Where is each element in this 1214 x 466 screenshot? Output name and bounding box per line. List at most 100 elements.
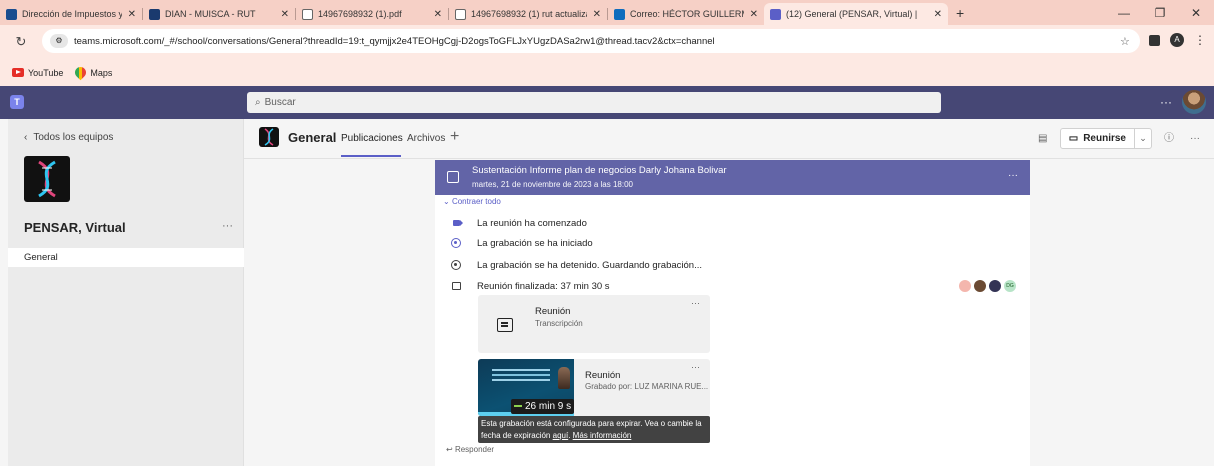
bookmark-label: YouTube [28, 67, 64, 78]
tab-close-icon[interactable]: ✕ [281, 9, 289, 20]
meeting-date: martes, 21 de noviembre de 2023 a las 18… [472, 180, 633, 189]
bookmark-maps[interactable]: Maps [73, 64, 113, 81]
event-meeting-started: La reunión ha comenzado [449, 215, 587, 231]
reply-button[interactable]: ↩ Responder [446, 445, 494, 454]
browser-tab-strip: Dirección de Impuestos y Adua ✕ DIAN - M… [0, 0, 1214, 25]
bookmark-star-icon[interactable]: ☆ [1120, 35, 1140, 48]
dian-favicon-icon [149, 8, 160, 20]
browser-tab-teams[interactable]: (12) General (PENSAR, Virtual) | ✕ [764, 3, 948, 25]
recording-title: Reunión [585, 370, 621, 381]
tab-close-icon[interactable]: ✕ [934, 9, 942, 20]
tab-close-icon[interactable]: ✕ [750, 9, 758, 20]
meet-label: Reunirse [1083, 133, 1126, 144]
presenter-video [558, 367, 570, 389]
browser-menu-icon[interactable]: ⋮ [1194, 33, 1206, 47]
user-avatar[interactable] [1182, 90, 1206, 114]
url-text[interactable]: teams.microsoft.com/_#/school/conversati… [74, 36, 1120, 47]
chevron-left-icon: ‹ [24, 132, 28, 143]
address-bar[interactable]: ⚙ teams.microsoft.com/_#/school/conversa… [42, 29, 1140, 53]
globe-favicon-icon [302, 8, 313, 20]
side-panel-icon[interactable] [1149, 34, 1160, 46]
team-avatar-dna-icon [24, 156, 70, 202]
dian-favicon-icon [6, 8, 17, 20]
meeting-more-icon[interactable]: ··· [1008, 170, 1018, 181]
info-icon[interactable]: ⓘ [1160, 129, 1178, 149]
calendar-icon [447, 171, 459, 183]
reload-icon[interactable]: ↻ [8, 34, 34, 50]
meet-now-button[interactable]: ▭ Reunirse ⌄ [1059, 128, 1152, 149]
collapse-label: Contraer todo [451, 197, 501, 206]
all-teams-link[interactable]: ‹ Todos los equipos [24, 132, 113, 143]
bookmark-label: Maps [90, 67, 113, 78]
reply-label: Responder [454, 445, 495, 454]
channel-more-icon[interactable]: ··· [1186, 129, 1204, 149]
recording-card[interactable]: 26 min 9 s Reunión Grabado por: LUZ MARI… [478, 359, 710, 416]
browser-tab-dian-rut[interactable]: DIAN - MUISCA - RUT ✕ [143, 3, 295, 25]
team-more-options-icon[interactable]: ··· [222, 220, 233, 232]
tab-publicaciones[interactable]: Publicaciones [341, 133, 403, 144]
expiry-tooltip: Esta grabación está configurada para exp… [478, 416, 710, 443]
teams-favicon-icon [770, 8, 781, 20]
transcript-more-icon[interactable]: ··· [691, 298, 700, 308]
browser-tab-pdf-2[interactable]: 14967698932 (1) rut actualizado ✕ [449, 3, 607, 25]
tab-label: DIAN - MUISCA - RUT [165, 9, 256, 19]
meeting-post: Sustentación Informe plan de negocios Da… [435, 160, 1030, 466]
chevron-down-icon[interactable]: ⌄ [1135, 133, 1151, 144]
more-info-link[interactable]: Más información [573, 431, 632, 440]
channel-header: General Publicaciones Archivos + ▤ ▭ Reu… [244, 119, 1214, 159]
event-text: La reunión ha comenzado [477, 217, 587, 229]
meeting-ended-icon [451, 282, 461, 290]
tab-close-icon[interactable]: ✕ [593, 9, 601, 20]
tab-close-icon[interactable]: ✕ [128, 9, 136, 20]
settings-more-icon[interactable]: ··· [1160, 95, 1172, 109]
expiry-here-link[interactable]: aquí [553, 431, 569, 440]
globe-favicon-icon [455, 8, 466, 20]
recording-duration-badge: 26 min 9 s [511, 399, 574, 414]
channel-title: General [288, 130, 337, 145]
participant-avatars[interactable]: DG [959, 280, 1016, 292]
tab-label: Correo: HÉCTOR GUILLERMO M [630, 9, 744, 19]
minimize-icon[interactable]: — [1106, 6, 1142, 20]
search-placeholder: Buscar [264, 97, 296, 108]
all-teams-label: Todos los equipos [33, 132, 114, 143]
record-icon [451, 238, 461, 248]
transcript-icon [497, 318, 513, 332]
teams-app-header: T ⌕ Buscar ··· [0, 86, 1214, 119]
teams-header-actions: ··· [1160, 90, 1206, 114]
profile-avatar[interactable]: A [1170, 33, 1184, 47]
tab-close-icon[interactable]: ✕ [434, 9, 442, 20]
recording-more-icon[interactable]: ··· [691, 362, 700, 372]
meet-button-main[interactable]: ▭ Reunirse [1061, 129, 1135, 148]
transcript-title: Reunión [535, 306, 571, 317]
tab-label: Dirección de Impuestos y Adua [22, 9, 122, 19]
search-input[interactable]: ⌕ Buscar [247, 92, 941, 113]
browser-tab-pdf-1[interactable]: 14967698932 (1).pdf ✕ [296, 3, 448, 25]
bookmark-youtube[interactable]: YouTube [12, 68, 63, 78]
meeting-banner[interactable]: Sustentación Informe plan de negocios Da… [435, 160, 1030, 195]
event-text: Reunión finalizada: 37 min 30 s [477, 280, 610, 292]
browser-toolbar: ↻ ⚙ teams.microsoft.com/_#/school/conver… [0, 25, 1214, 59]
restore-icon[interactable]: ❐ [1142, 6, 1178, 20]
new-tab-button[interactable]: + [956, 5, 964, 21]
event-meeting-ended: Reunión finalizada: 37 min 30 s [449, 278, 610, 294]
search-icon: ⌕ [255, 97, 261, 108]
browser-tab-outlook[interactable]: Correo: HÉCTOR GUILLERMO M ✕ [608, 3, 764, 25]
event-text: La grabación se ha detenido. Guardando g… [477, 259, 702, 271]
window-close-icon[interactable]: ✕ [1178, 6, 1214, 20]
team-name: PENSAR, Virtual [24, 220, 126, 235]
tab-archivos[interactable]: Archivos [407, 133, 445, 144]
channel-item-general[interactable]: General [8, 248, 244, 267]
reply-icon: ↩ [446, 445, 453, 454]
participant-avatar-initials: DG [1004, 280, 1016, 292]
collapse-all-link[interactable]: ⌄ Contraer todo [443, 197, 501, 206]
transcript-card[interactable]: Reunión Transcripción ··· [478, 295, 710, 353]
browser-tab-dian-home[interactable]: Dirección de Impuestos y Adua ✕ [0, 3, 142, 25]
add-tab-icon[interactable]: + [450, 128, 459, 146]
channel-notes-icon[interactable]: ▤ [1034, 129, 1052, 149]
recording-thumbnail[interactable]: 26 min 9 s [478, 359, 574, 416]
tab-label: 14967698932 (1).pdf [318, 9, 402, 19]
video-camera-icon [452, 220, 463, 226]
bookmarks-bar: YouTube Maps [0, 59, 1214, 86]
slide-text-lines [492, 369, 550, 371]
site-info-icon[interactable]: ⚙ [50, 34, 68, 48]
